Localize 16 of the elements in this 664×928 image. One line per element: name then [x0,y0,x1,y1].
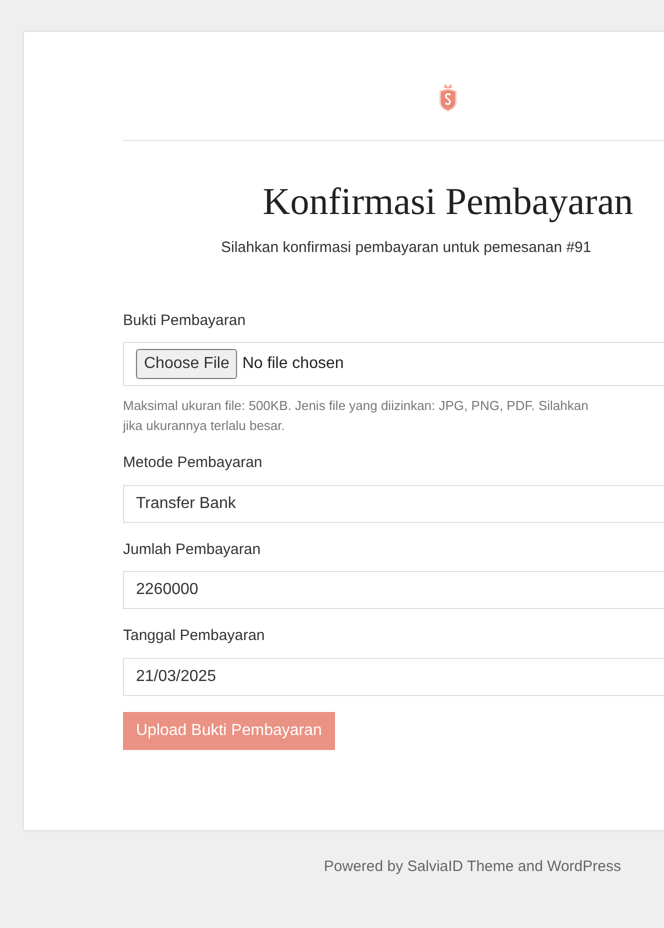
field-label: Jumlah Pembayaran [123,540,262,560]
input-field[interactable]: 21/03/2025 [123,658,664,696]
file-status: No file chosen [242,354,344,374]
field-label: Bukti Pembayaran [123,310,247,330]
choose-file-button[interactable]: Choose File [136,349,238,379]
file-hint: Maksimal ukuran file: 500KB. Jenis file yang diizinkan: JPG, PNG, PDF. Silahkan [123,397,590,415]
page-subtitle: Silahkan konfirmasi pembayaran untuk pemesanan #91 [221,238,592,258]
footer-text: Powered by SalviaID Theme and WordPress [324,857,621,877]
page-title: Konfirmasi Pembayaran [262,183,634,221]
file-hint: jika ukurannya terlalu besar. [123,417,286,435]
input-field[interactable]: 2260000 [123,571,664,609]
shield-logo-icon [438,82,458,112]
input-field[interactable]: Transfer Bank [123,484,664,522]
file-input-field[interactable]: Choose File No file chosen [123,342,664,386]
field-label: Tanggal Pembayaran [123,626,266,646]
field-label: Metode Pembayaran [123,453,264,473]
